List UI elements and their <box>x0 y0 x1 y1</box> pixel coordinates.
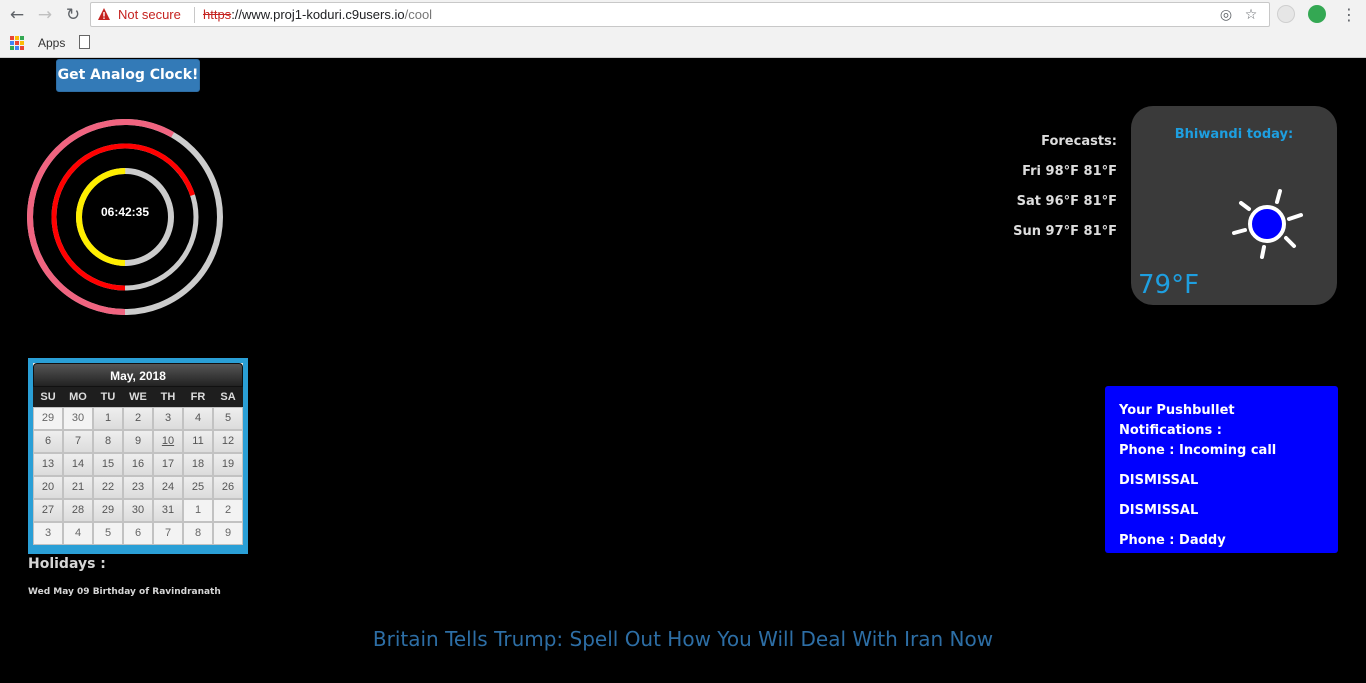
calendar-day[interactable]: 5 <box>93 522 123 545</box>
security-label[interactable]: Not secure <box>118 7 181 22</box>
forecast-day: Sat 96°F 81°F <box>1016 194 1117 209</box>
calendar-day[interactable]: 24 <box>153 476 183 499</box>
calendar-day[interactable]: 30 <box>123 499 153 522</box>
pushbullet-title: Your Pushbullet Notifications : <box>1119 403 1235 438</box>
browser-toolbar: ← → ↻ Not secure https://www.proj1-kodur… <box>0 0 1366 30</box>
url-text[interactable]: https://www.proj1-koduri.c9users.io/cool <box>203 7 432 22</box>
weekday-label: SU <box>40 391 56 403</box>
news-headline[interactable]: Britain Tells Trump: Spell Out How You W… <box>0 627 1366 651</box>
browser-chrome: ← → ↻ Not secure https://www.proj1-kodur… <box>0 0 1366 58</box>
clock-time: 06:42:35 <box>100 205 150 219</box>
bookmark-star-icon[interactable]: ☆ <box>1242 6 1260 24</box>
calendar-day[interactable]: 2 <box>213 499 243 522</box>
bookmarks-bar: Apps <box>0 31 1366 57</box>
weather-card: Bhiwandi today: 79°F <box>1131 106 1337 305</box>
calendar-day[interactable]: 18 <box>183 453 213 476</box>
url-path: /cool <box>404 7 433 22</box>
calendar-day[interactable]: 8 <box>93 430 123 453</box>
holidays-title: Holidays : <box>28 556 106 572</box>
warning-icon <box>98 8 110 20</box>
calendar-month-label[interactable]: May, 2018 <box>33 363 243 387</box>
reload-button[interactable]: ↻ <box>62 4 84 26</box>
calendar-day[interactable]: 19 <box>213 453 243 476</box>
url-separator: :// <box>231 7 243 22</box>
calendar-day[interactable]: 20 <box>33 476 63 499</box>
calendar-day[interactable]: 23 <box>123 476 153 499</box>
calendar-day[interactable]: 22 <box>93 476 123 499</box>
calendar-panel: May, 2018 SU MO TU WE TH FR SA 29 30 1 2 3 4 5 6 7 8 9 10… <box>33 363 243 545</box>
address-bar[interactable]: Not secure https://www.proj1-koduri.c9us… <box>90 2 1270 27</box>
pushbullet-notifications: Your Pushbullet Notifications : Phone : … <box>1105 386 1338 553</box>
calendar-day[interactable]: 12 <box>213 430 243 453</box>
chrome-menu-icon[interactable]: ⋮ <box>1340 4 1358 26</box>
calendar-day[interactable]: 16 <box>123 453 153 476</box>
forward-button[interactable]: → <box>34 4 56 26</box>
calendar-day[interactable]: 6 <box>33 430 63 453</box>
weather-temperature: 79°F <box>1138 270 1200 300</box>
calendar-day[interactable]: 10 <box>153 430 183 453</box>
back-button[interactable]: ← <box>6 4 28 26</box>
calendar-day[interactable]: 4 <box>63 522 93 545</box>
forecast-day: Sun 97°F 81°F <box>1013 224 1117 239</box>
digital-ring-clock: 06:42:35 <box>25 117 225 317</box>
calendar-day[interactable]: 7 <box>63 430 93 453</box>
forecasts-title: Forecasts: <box>1041 134 1117 149</box>
weekday-label: MO <box>69 391 87 403</box>
calendar-day[interactable]: 30 <box>63 407 93 430</box>
weekday-label: FR <box>190 391 206 403</box>
page-content: Get Analog Clock! 06:42:35 May, 2018 SU M… <box>0 58 1366 683</box>
calendar-day[interactable]: 7 <box>153 522 183 545</box>
weekday-label: SA <box>220 391 236 403</box>
url-scheme: https <box>203 7 232 22</box>
holiday-item: Wed May 09 Birthday of Ravindranath <box>28 587 221 597</box>
calendar-day[interactable]: 21 <box>63 476 93 499</box>
calendar-widget: May, 2018 SU MO TU WE TH FR SA 29 30 1 2 3 4 5 6 7 8 9 10… <box>28 358 248 554</box>
calendar-day[interactable]: 29 <box>93 499 123 522</box>
calendar-day[interactable]: 4 <box>183 407 213 430</box>
calendar-day[interactable]: 27 <box>33 499 63 522</box>
notification-item: Phone : Incoming call <box>1119 443 1277 458</box>
get-analog-clock-button[interactable]: Get Analog Clock! <box>56 59 200 92</box>
weekday-label: TH <box>160 391 176 403</box>
calendar-day[interactable]: 25 <box>183 476 213 499</box>
document-icon[interactable] <box>79 35 90 49</box>
calendar-day[interactable]: 3 <box>153 407 183 430</box>
calendar-day[interactable]: 15 <box>93 453 123 476</box>
calendar-day[interactable]: 28 <box>63 499 93 522</box>
calendar-day[interactable]: 31 <box>153 499 183 522</box>
extension-green-icon[interactable] <box>1308 5 1326 23</box>
url-host: www.proj1-koduri.c9users.io <box>242 7 405 22</box>
calendar-day[interactable]: 6 <box>123 522 153 545</box>
weather-city-label: Bhiwandi today: <box>1174 127 1294 142</box>
notification-item: Phone : Daddy <box>1119 533 1226 548</box>
calendar-day[interactable]: 13 <box>33 453 63 476</box>
calendar-days-grid: 29 30 1 2 3 4 5 6 7 8 9 10 11 12 13 14 15 16 17 18 19 20 21 22 2… <box>33 407 243 545</box>
extension-icon[interactable] <box>1277 5 1295 23</box>
apps-bookmark[interactable]: Apps <box>38 36 65 50</box>
forecasts-list: Forecasts: Fri 98°F 81°F Sat 96°F 81°F S… <box>990 133 1117 253</box>
notification-item: DISMISSAL <box>1119 473 1199 488</box>
calendar-day[interactable]: 29 <box>33 407 63 430</box>
notification-item: DISMISSAL <box>1119 503 1199 518</box>
calendar-day[interactable]: 1 <box>93 407 123 430</box>
calendar-day[interactable]: 1 <box>183 499 213 522</box>
calendar-weekday-row: SU MO TU WE TH FR SA <box>33 387 243 407</box>
calendar-day[interactable]: 26 <box>213 476 243 499</box>
calendar-day[interactable]: 9 <box>213 522 243 545</box>
calendar-day[interactable]: 5 <box>213 407 243 430</box>
forecast-day: Fri 98°F 81°F <box>1022 164 1117 179</box>
calendar-day[interactable]: 11 <box>183 430 213 453</box>
apps-icon[interactable] <box>10 36 24 50</box>
calendar-day[interactable]: 2 <box>123 407 153 430</box>
calendar-day[interactable]: 17 <box>153 453 183 476</box>
sun-icon <box>1232 189 1303 259</box>
location-icon[interactable]: ◎ <box>1217 6 1235 24</box>
calendar-day[interactable]: 14 <box>63 453 93 476</box>
weekday-label: TU <box>100 391 116 403</box>
calendar-day[interactable]: 9 <box>123 430 153 453</box>
weekday-label: WE <box>129 391 147 403</box>
calendar-day[interactable]: 3 <box>33 522 63 545</box>
omnibox-separator <box>194 7 195 23</box>
calendar-day[interactable]: 8 <box>183 522 213 545</box>
